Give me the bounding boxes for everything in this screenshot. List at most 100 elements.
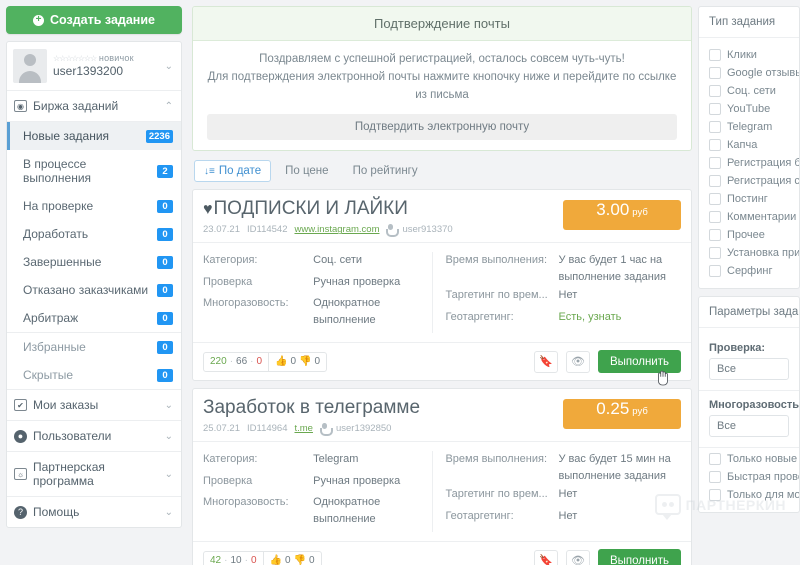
eye-icon[interactable]: 👁 — [565, 549, 590, 565]
sidebar-section-help[interactable]: ? Помощь ⌄ — [7, 496, 181, 527]
sidebar-item-favorites[interactable]: Избранные 0 — [7, 333, 181, 361]
filter-option-label: Прочее — [727, 229, 765, 241]
profile-block[interactable]: ☆☆☆☆☆☆☆ новичок user1393200 ⌄ — [7, 42, 181, 90]
task-author[interactable]: user1392850 — [336, 423, 391, 434]
task-field-key: Проверка — [203, 474, 253, 487]
bookmark-icon[interactable]: 🔖 — [533, 350, 558, 373]
sidebar-item-arbitration[interactable]: Арбитраж 0 — [7, 304, 181, 332]
sidebar-section-my-orders[interactable]: ✔ Мои заказы ⌄ — [7, 389, 181, 420]
filter-option-label: Соц. сети — [727, 85, 776, 97]
sidebar-item-badge: 2 — [157, 164, 173, 178]
filter-option-app-install[interactable]: Установка прил — [699, 244, 799, 262]
create-task-button[interactable]: + Создать задание — [6, 6, 182, 34]
checkbox-icon[interactable] — [709, 247, 721, 259]
execute-task-button[interactable]: Выполнить — [597, 350, 681, 374]
sort-icon: ↓≡ — [204, 165, 215, 177]
filter-only-for-my[interactable]: Только для мое — [699, 486, 799, 504]
chevron-down-icon[interactable]: ⌄ — [161, 469, 173, 480]
heart-icon: ♥ — [203, 201, 213, 219]
task-fields-left: Категория: Проверка Многоразовость: Tele… — [203, 451, 432, 532]
task-field-values: У вас будет 15 мин на выполнение задания… — [559, 451, 682, 532]
task-field-value-geo[interactable]: Есть, узнать — [559, 309, 682, 326]
sort-tab-by-price[interactable]: По цене — [275, 160, 338, 182]
stat-dislikes: 0 — [308, 555, 315, 565]
sidebar-section-exchange[interactable]: ◉ Биржа заданий ⌃ — [7, 90, 181, 121]
filter-fast-check[interactable]: Быстрая провер — [699, 468, 799, 486]
filter-option-registration-without[interactable]: Регистрация бе — [699, 154, 799, 172]
filter-option-telegram[interactable]: Telegram — [699, 118, 799, 136]
chevron-down-icon[interactable]: ⌄ — [161, 400, 173, 411]
task-link[interactable]: t.me — [294, 423, 312, 434]
filter-only-new[interactable]: Только новые — [699, 450, 799, 468]
filter-option-registration-with[interactable]: Регистрация с а — [699, 172, 799, 190]
sidebar-item-in-progress[interactable]: В процессе выполнения 2 — [7, 150, 181, 192]
filter-option-label: Клики — [727, 49, 757, 61]
thumbs-down-icon[interactable]: 👎 — [299, 356, 311, 367]
check-type-select[interactable]: Все — [709, 358, 789, 380]
filter-option-social[interactable]: Соц. сети — [699, 82, 799, 100]
thumbs-up-icon[interactable]: 👍 — [270, 555, 282, 565]
filter-option-clicks[interactable]: Клики — [699, 46, 799, 64]
sidebar-item-new-tasks[interactable]: Новые задания 2236 — [7, 122, 181, 150]
confirm-email-button[interactable]: Подтвердить электронную почту — [207, 114, 677, 141]
checkbox-icon[interactable] — [709, 211, 721, 223]
checkbox-icon[interactable] — [709, 193, 721, 205]
task-field-values: У вас будет 1 час на выполнение задания … — [559, 252, 682, 333]
task-title[interactable]: ПОДПИСКИ И ЛАЙКИ — [214, 199, 408, 220]
price-currency: руб — [632, 406, 648, 418]
filter-option-label: Google отзывы — [727, 67, 800, 79]
sidebar-section-users[interactable]: ● Пользователи ⌄ — [7, 420, 181, 451]
checkbox-icon[interactable] — [709, 139, 721, 151]
task-title[interactable]: Заработок в телеграмме — [203, 397, 420, 419]
checkbox-icon[interactable] — [709, 229, 721, 241]
bookmark-icon[interactable]: 🔖 — [533, 549, 558, 565]
sidebar-item-label: На проверке — [23, 199, 94, 213]
filter-option-youtube[interactable]: YouTube — [699, 100, 799, 118]
checkbox-icon[interactable] — [709, 175, 721, 187]
sort-tab-by-rating[interactable]: По рейтингу — [343, 160, 428, 182]
task-body: Категория: Проверка Многоразовость: Соц.… — [193, 242, 691, 342]
task-counters: 220 · 66 · 0 — [204, 353, 268, 371]
checkbox-icon[interactable] — [709, 67, 721, 79]
stars-icon: ☆☆☆☆☆☆☆ — [53, 53, 97, 63]
reusability-select[interactable]: Все — [709, 415, 789, 437]
checkbox-icon[interactable] — [709, 85, 721, 97]
task-votes[interactable]: 👍 0 👎 0 — [268, 352, 326, 371]
thumbs-down-icon[interactable]: 👎 — [294, 555, 306, 565]
task-author[interactable]: user913370 — [402, 224, 452, 235]
thumbs-up-icon[interactable]: 👍 — [275, 356, 287, 367]
task-votes[interactable]: 👍 0 👎 0 — [262, 551, 321, 565]
execute-task-button[interactable]: Выполнить — [597, 549, 681, 565]
checkbox-icon[interactable] — [709, 265, 721, 277]
sort-tab-by-date[interactable]: ↓≡ По дате — [194, 160, 272, 183]
eye-icon[interactable]: 👁 — [565, 350, 590, 373]
chevron-up-icon[interactable]: ⌃ — [161, 101, 173, 112]
checkbox-icon[interactable] — [709, 453, 721, 465]
sidebar-item-hidden[interactable]: Скрытые 0 — [7, 361, 181, 389]
price-value: 0.25 — [596, 399, 630, 419]
filter-option-other[interactable]: Прочее — [699, 226, 799, 244]
checkbox-icon[interactable] — [709, 489, 721, 501]
sidebar-item-on-review[interactable]: На проверке 0 — [7, 192, 181, 220]
chevron-down-icon[interactable]: ⌄ — [161, 507, 173, 518]
sidebar-item-rejected[interactable]: Отказано заказчиками 0 — [7, 276, 181, 304]
task-field-key: Таргетинг по врем... — [445, 488, 548, 501]
chevron-down-icon[interactable]: ⌄ — [161, 61, 173, 72]
checkbox-icon[interactable] — [709, 121, 721, 133]
checkbox-icon[interactable] — [709, 157, 721, 169]
filter-option-surfing[interactable]: Серфинг — [699, 262, 799, 280]
filter-option-captcha[interactable]: Капча — [699, 136, 799, 154]
filter-option-google-reviews[interactable]: Google отзывы — [699, 64, 799, 82]
mic-icon — [386, 224, 400, 238]
checkbox-icon[interactable] — [709, 471, 721, 483]
filter-option-posting[interactable]: Постинг — [699, 190, 799, 208]
sidebar-section-partner-program[interactable]: ☼ Партнерская программа ⌄ — [7, 451, 181, 496]
task-link[interactable]: www.instagram.com — [294, 224, 379, 235]
filter-option-comments[interactable]: Комментарии — [699, 208, 799, 226]
task-field-value: Однократное выполнение — [313, 496, 381, 525]
sidebar-item-rework[interactable]: Доработать 0 — [7, 220, 181, 248]
checkbox-icon[interactable] — [709, 49, 721, 61]
sidebar-item-completed[interactable]: Завершенные 0 — [7, 248, 181, 276]
checkbox-icon[interactable] — [709, 103, 721, 115]
chevron-down-icon[interactable]: ⌄ — [161, 431, 173, 442]
